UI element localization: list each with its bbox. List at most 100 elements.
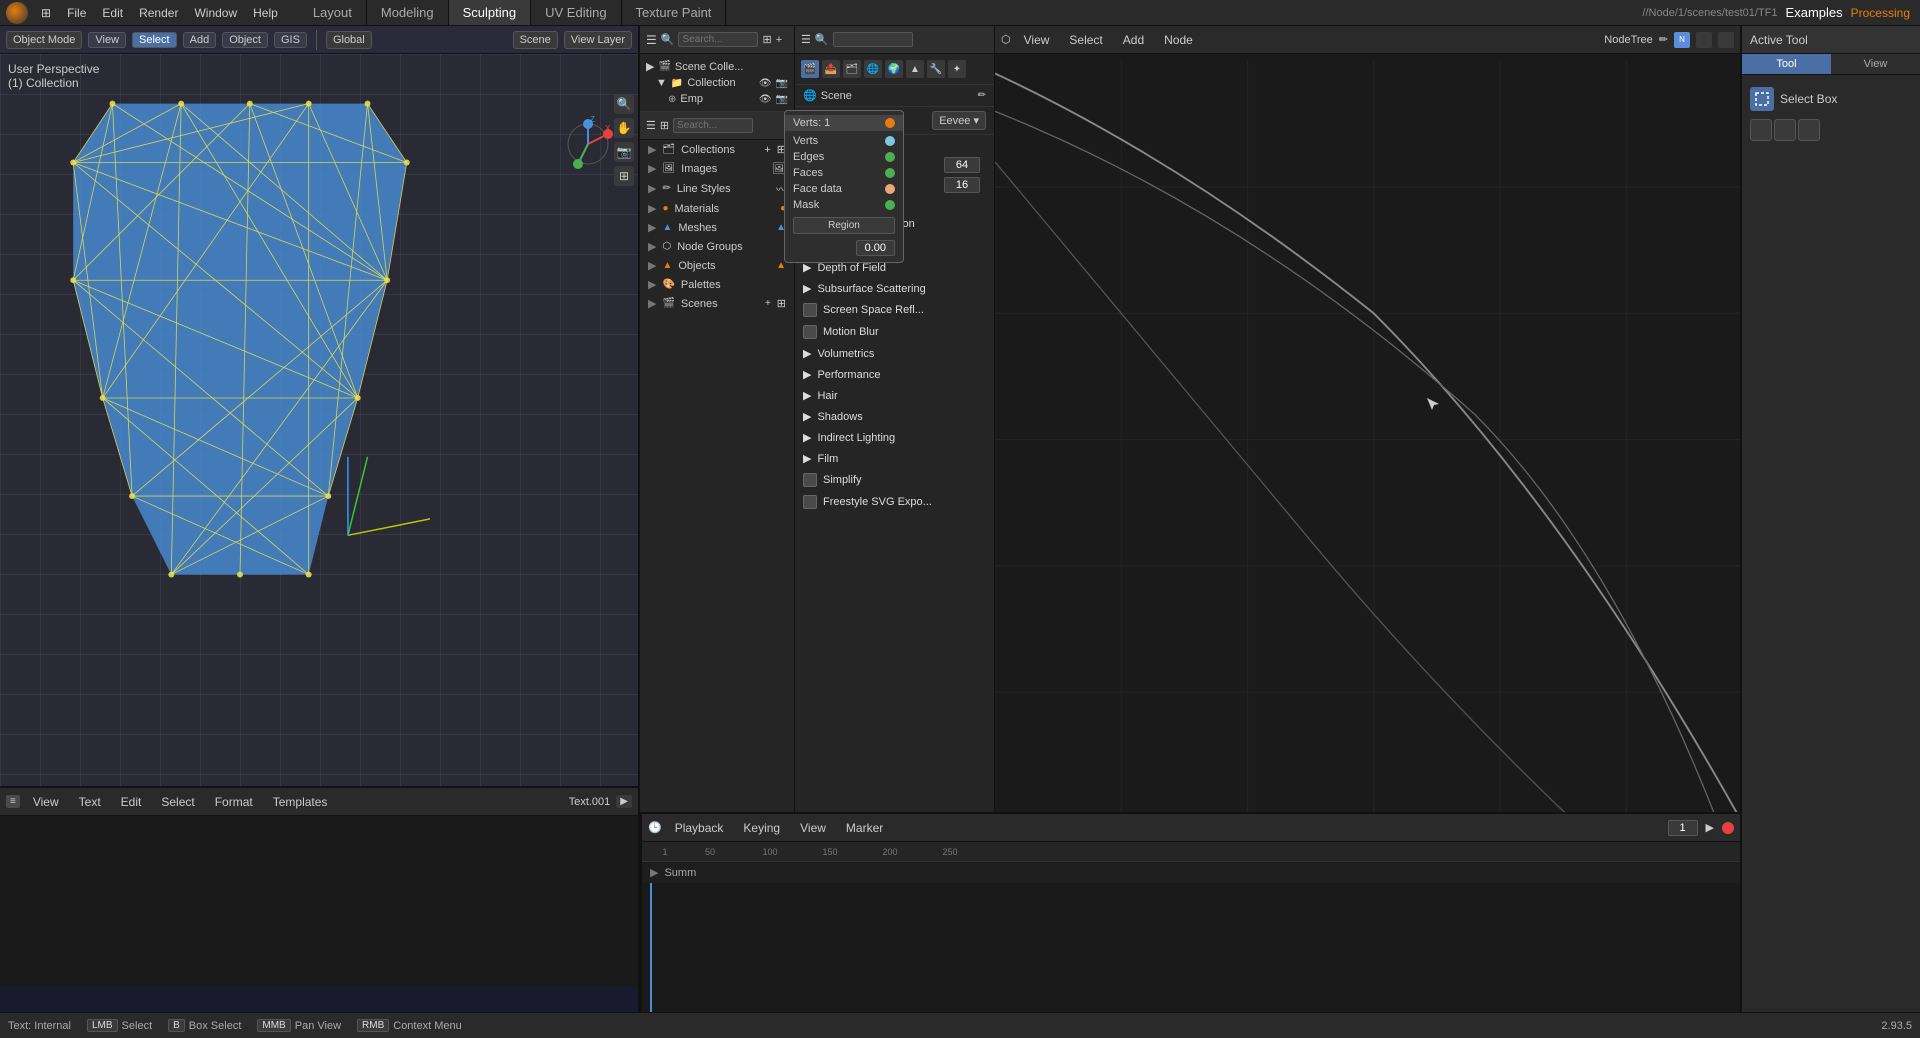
ssr-check[interactable] (803, 303, 817, 317)
viewport-panel[interactable]: Object Mode View Select Add Object GIS G… (0, 26, 640, 1012)
outliner-filter-icon[interactable]: ⊞ (762, 33, 771, 46)
output-props-icon[interactable]: 📤 (822, 60, 840, 78)
run-btn[interactable]: ▶ (616, 795, 632, 808)
db-meshes[interactable]: ▶ ▲ Meshes ▲ (640, 218, 794, 237)
subsurface-toggle[interactable]: ▶ Subsurface Scattering (795, 278, 994, 299)
db-images[interactable]: ▶ 🖼 Images 🖼 (640, 159, 794, 178)
scene-edit-icon[interactable]: ✏ (978, 90, 986, 101)
view-tab[interactable]: View (1831, 54, 1920, 74)
db-scenes-icon[interactable]: ⊞ (777, 297, 786, 310)
db-scenes[interactable]: ▶ 🎬 Scenes + ⊞ (640, 294, 794, 313)
modifier-props-icon[interactable]: 🔧 (927, 60, 945, 78)
motion-blur-toggle[interactable]: Motion Blur (795, 321, 994, 343)
node-pin-btn[interactable] (1718, 32, 1734, 48)
empty-item[interactable]: ⊕ Emp 👁 📷 (640, 91, 794, 107)
editor-type-icon[interactable]: ≡ (6, 795, 20, 808)
add-btn[interactable]: Add (183, 32, 217, 48)
indirect-lighting-toggle[interactable]: ▶ Indirect Lighting (795, 427, 994, 448)
gis-btn[interactable]: GIS (274, 32, 307, 48)
db-node-groups[interactable]: ▶ ⬡ Node Groups (640, 237, 794, 256)
shadows-toggle[interactable]: ▶ Shadows (795, 406, 994, 427)
viewport-canvas[interactable]: User Perspective (1) Collection (0, 54, 638, 806)
text-menu-select[interactable]: Select (154, 793, 201, 811)
scene-props-icon[interactable]: 🌐 (864, 60, 882, 78)
collection-visibility[interactable]: 👁 (759, 78, 772, 89)
node-node-menu[interactable]: Node (1157, 31, 1200, 49)
world-props-icon[interactable]: 🌍 (885, 60, 903, 78)
tool-tab[interactable]: Tool (1742, 54, 1831, 74)
outliner-add-icon[interactable]: + (776, 34, 782, 46)
render-engine-dropdown[interactable]: Eevee ▾ (932, 111, 986, 130)
hair-toggle[interactable]: ▶ Hair (795, 385, 994, 406)
db-objects[interactable]: ▶ ▲ Objects ▲ (640, 256, 794, 275)
text-menu-view[interactable]: View (26, 793, 66, 811)
particles-props-icon[interactable]: ✦ (948, 60, 966, 78)
node-editor-type-icon[interactable]: ⬡ (1001, 33, 1011, 46)
object-props-icon[interactable]: ▲ (906, 60, 924, 78)
db-scenes-add[interactable]: + (765, 298, 771, 309)
text-menu-text[interactable]: Text (72, 793, 108, 811)
collection-item[interactable]: ▼ 📁 Collection 👁 📷 (640, 75, 794, 91)
timeline-view-menu[interactable]: View (793, 819, 833, 837)
transform-global[interactable]: Global (326, 31, 372, 49)
blender-logo[interactable] (6, 2, 28, 24)
node-number-val[interactable]: 0.00 (856, 240, 895, 256)
db-palettes[interactable]: ▶ 🎨 Palettes (640, 275, 794, 294)
mb-check[interactable] (803, 325, 817, 339)
db-line-styles[interactable]: ▶ ✏ Line Styles 〰 (640, 178, 794, 199)
region-btn[interactable]: Region (793, 217, 895, 234)
ssr-toggle[interactable]: Screen Space Refl... (795, 299, 994, 321)
pan-icon[interactable]: ✋ (614, 118, 634, 138)
freestyle-check[interactable] (803, 495, 817, 509)
outliner-search[interactable] (678, 32, 758, 47)
marker-menu[interactable]: Marker (839, 819, 890, 837)
text-menu-templates[interactable]: Templates (266, 793, 335, 811)
film-toggle[interactable]: ▶ Film (795, 448, 994, 469)
volumetrics-toggle[interactable]: ▶ Volumetrics (795, 343, 994, 364)
empty-visibility[interactable]: 👁 (759, 94, 772, 105)
tab-layout[interactable]: Layout (299, 0, 367, 25)
view-layer-props-icon[interactable]: 🗂 (843, 60, 861, 78)
node-toggle-btn[interactable]: N (1674, 32, 1690, 48)
menu-help[interactable]: Help (246, 4, 285, 22)
tool-opt-3[interactable] (1798, 119, 1820, 141)
node-tree-edit-icon[interactable]: ✏ (1659, 33, 1668, 46)
node-close-btn[interactable] (1696, 32, 1712, 48)
db-collections-add[interactable]: + (764, 144, 770, 156)
zoom-icon[interactable]: 🔍 (614, 94, 634, 114)
record-btn[interactable] (1722, 822, 1734, 834)
play-btn[interactable]: ▶ (1704, 821, 1716, 834)
grid-icon[interactable]: ⊞ (614, 166, 634, 186)
node-add-menu[interactable]: Add (1116, 31, 1151, 49)
simplify-toggle[interactable]: Simplify (795, 469, 994, 491)
select-btn[interactable]: Select (132, 32, 177, 48)
data-search[interactable] (673, 118, 753, 133)
mode-selector[interactable]: Object Mode (6, 31, 82, 49)
view-layer-btn[interactable]: View Layer (564, 31, 632, 49)
menu-file[interactable]: File (60, 4, 93, 22)
text-menu-format[interactable]: Format (208, 793, 260, 811)
menu-blender[interactable]: ⊞ (34, 4, 58, 22)
scene-btn[interactable]: Scene (513, 31, 558, 49)
tab-modeling[interactable]: Modeling (367, 0, 449, 25)
timeline-type-icon[interactable]: 🕒 (648, 821, 662, 834)
frame-input[interactable] (1668, 820, 1698, 836)
menu-edit[interactable]: Edit (95, 4, 130, 22)
view-btn[interactable]: View (88, 32, 126, 48)
performance-toggle[interactable]: ▶ Performance (795, 364, 994, 385)
db-materials[interactable]: ▶ ● Materials ● (640, 199, 794, 218)
node-select-menu[interactable]: Select (1062, 31, 1109, 49)
tool-opt-2[interactable] (1774, 119, 1796, 141)
scene-props-search[interactable] (833, 32, 913, 47)
scene-collection-item[interactable]: ▶ 🎬 Scene Colle... (640, 58, 794, 75)
node-view-menu[interactable]: View (1017, 31, 1057, 49)
tab-texture-paint[interactable]: Texture Paint (622, 0, 727, 25)
viewport-gizmo[interactable]: X Y Z (558, 114, 618, 177)
empty-render[interactable]: 📷 (776, 94, 788, 105)
tab-sculpting[interactable]: Sculpting (449, 0, 531, 25)
menu-render[interactable]: Render (132, 4, 185, 22)
object-btn[interactable]: Object (222, 32, 268, 48)
timeline-content[interactable] (642, 883, 1740, 1012)
keying-menu[interactable]: Keying (736, 819, 787, 837)
text-menu-edit[interactable]: Edit (114, 793, 149, 811)
